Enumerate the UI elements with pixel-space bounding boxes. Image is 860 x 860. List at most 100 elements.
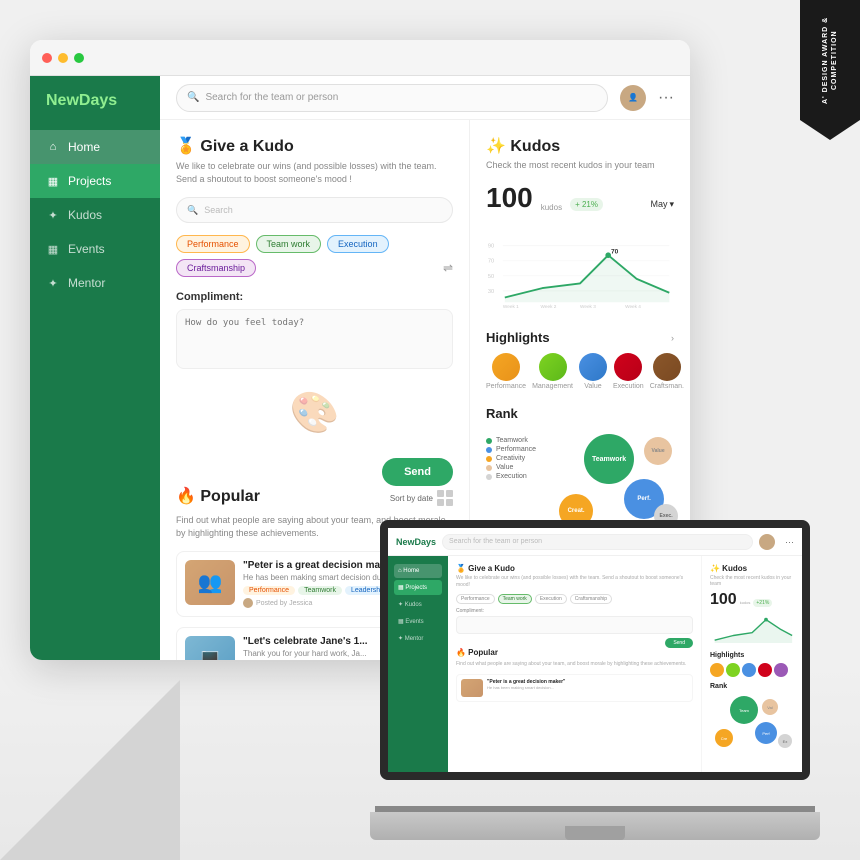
send-button[interactable]: Send [382,458,453,486]
mini-app: NewDays Search for the team or person ··… [388,528,802,772]
tags-row: Performance Team work Execution Craftsma… [176,235,453,277]
mini-compliment-label: Compliment: [456,608,693,614]
shuffle-icon[interactable]: ⇌ [443,261,453,275]
kudo-section-title: 🏅 Give a Kudo [176,136,453,156]
mini-popular-sub: Find out what people are saying about yo… [456,661,693,668]
home-icon: ⌂ [46,140,60,154]
mini-tag-team: Team work [498,594,532,604]
highlight-avatar-value [579,353,607,381]
mini-av-4 [758,663,772,677]
legend-label-performance: Performance [496,446,536,453]
search-icon: 🔍 [187,92,199,103]
see-more-button[interactable]: › [671,333,674,343]
mini-kudos-sub: Check the most recent kudos in your team [710,575,794,587]
award-badge: A' DESIGN AWARD & COMPETITION [800,0,860,120]
close-dot[interactable] [42,53,52,63]
highlights-section: Highlights › Performance Management [486,330,674,390]
kudo-section-subtitle: We like to celebrate our wins (and possi… [176,160,453,185]
user-avatar[interactable]: 👤 [620,85,646,111]
tag-execution[interactable]: Execution [327,235,389,253]
mini-post-desc-1: He has been making smart decision... [487,685,565,690]
sidebar-item-home[interactable]: ⌂ Home [30,130,160,164]
top-bar: 🔍 Search for the team or person 👤 ··· [160,76,690,120]
mini-kudo-title: 🏅 Give a Kudo [456,564,693,573]
mini-main: 🏅 Give a Kudo We like to celebrate our w… [448,556,802,772]
tag-craftsmanship[interactable]: Craftsmanship [176,259,256,277]
highlight-management: Management [532,353,573,390]
mini-sidebar-mentor: ✦ Mentor [394,631,442,646]
mini-top-bar: NewDays Search for the team or person ··… [388,528,802,556]
background-triangle [0,680,180,860]
maximize-dot[interactable] [74,53,84,63]
svg-text:70: 70 [488,259,494,265]
search-bar[interactable]: 🔍 Search for the team or person [176,84,608,112]
highlight-craftsmanship: Craftsman. [650,353,684,390]
svg-text:90: 90 [488,244,494,250]
mentor-icon: ✦ [46,276,60,290]
sidebar-label-mentor: Mentor [68,276,105,290]
sidebar: NewDays ⌂ Home ▦ Projects ✦ Kudos ▦ Even… [30,76,160,660]
kudos-title: ✨ Kudos [486,136,674,156]
mini-app-logo: NewDays [396,537,436,547]
mini-post-title-1: "Peter is a great decision maker" [487,679,565,685]
popular-title: 🔥 Popular [176,486,260,506]
legend-label-teamwork: Teamwork [496,437,528,444]
highlight-performance: Performance [486,353,526,390]
chevron-down-icon: ▾ [669,199,674,210]
kudos-change: + 21% [570,198,603,211]
mini-right-panel: ✨ Kudos Check the most recent kudos in y… [702,556,802,772]
legend-execution: Execution [486,473,536,480]
highlights-title: Highlights [486,330,550,345]
laptop-screen: NewDays Search for the team or person ··… [380,520,810,780]
mini-highlights-title: Highlights [710,652,794,659]
highlight-value: Value [579,353,607,390]
award-triangle [800,120,860,140]
mini-av-3 [742,663,756,677]
compliment-input[interactable] [176,309,453,369]
kudo-search-bar[interactable]: 🔍 Search [176,197,453,223]
highlight-label-value: Value [584,383,601,390]
mini-left-panel: 🏅 Give a Kudo We like to celebrate our w… [448,556,702,772]
mini-avatars [710,663,794,677]
events-icon: ▦ [46,242,60,256]
sidebar-item-kudos[interactable]: ✦ Kudos [30,198,160,232]
post-tag-teamwork: Teamwork [298,586,342,595]
mini-bubble-teamwork: Team [730,696,758,724]
search-placeholder: Search for the team or person [205,92,338,103]
mini-av-2 [726,663,740,677]
mini-popular-title: 🔥 Popular [456,648,693,657]
mini-bubble-creat: Cre [715,729,733,747]
popular-header: 🔥 Popular Sort by date [176,486,453,510]
legend-dot-value [486,465,492,471]
legend-label-value: Value [496,464,513,471]
laptop-overlay: NewDays Search for the team or person ··… [370,520,820,840]
highlight-avatar-execution [614,353,642,381]
post-image-1: 👥 [185,560,235,605]
mini-kudos-label: kudos [740,600,751,605]
mini-kudo-sub: We like to celebrate our wins (and possi… [456,575,693,588]
sidebar-item-projects[interactable]: ▦ Projects [30,164,160,198]
sidebar-item-mentor[interactable]: ✦ Mentor [30,266,160,300]
tag-performance[interactable]: Performance [176,235,250,253]
mini-bubble-value: Val [762,699,778,715]
sidebar-item-events[interactable]: ▦ Events [30,232,160,266]
sort-button[interactable]: Sort by date [390,490,453,506]
mini-search-text: Search for the team or person [449,538,542,545]
mini-content: ⌂ Home ▦ Projects ✦ Kudos ▦ Events ✦ Men… [388,556,802,772]
highlights-header: Highlights › [486,330,674,345]
svg-text:30: 30 [488,289,494,295]
svg-text:Week 4: Week 4 [625,304,641,309]
mini-tag-perf: Performance [456,594,495,604]
mini-chart [710,611,794,646]
legend-performance: Performance [486,446,536,453]
browser-chrome [30,40,690,76]
minimize-dot[interactable] [58,53,68,63]
mini-kudos-number: 100 [710,591,737,609]
highlight-execution: Execution [613,353,644,390]
legend-label-execution: Execution [496,473,527,480]
kudos-subtitle: Check the most recent kudos in your team [486,160,674,170]
legend-dot-creativity [486,456,492,462]
month-selector[interactable]: May ▾ [650,199,674,210]
tag-teamwork[interactable]: Team work [256,235,322,253]
more-menu-button[interactable]: ··· [658,89,674,107]
